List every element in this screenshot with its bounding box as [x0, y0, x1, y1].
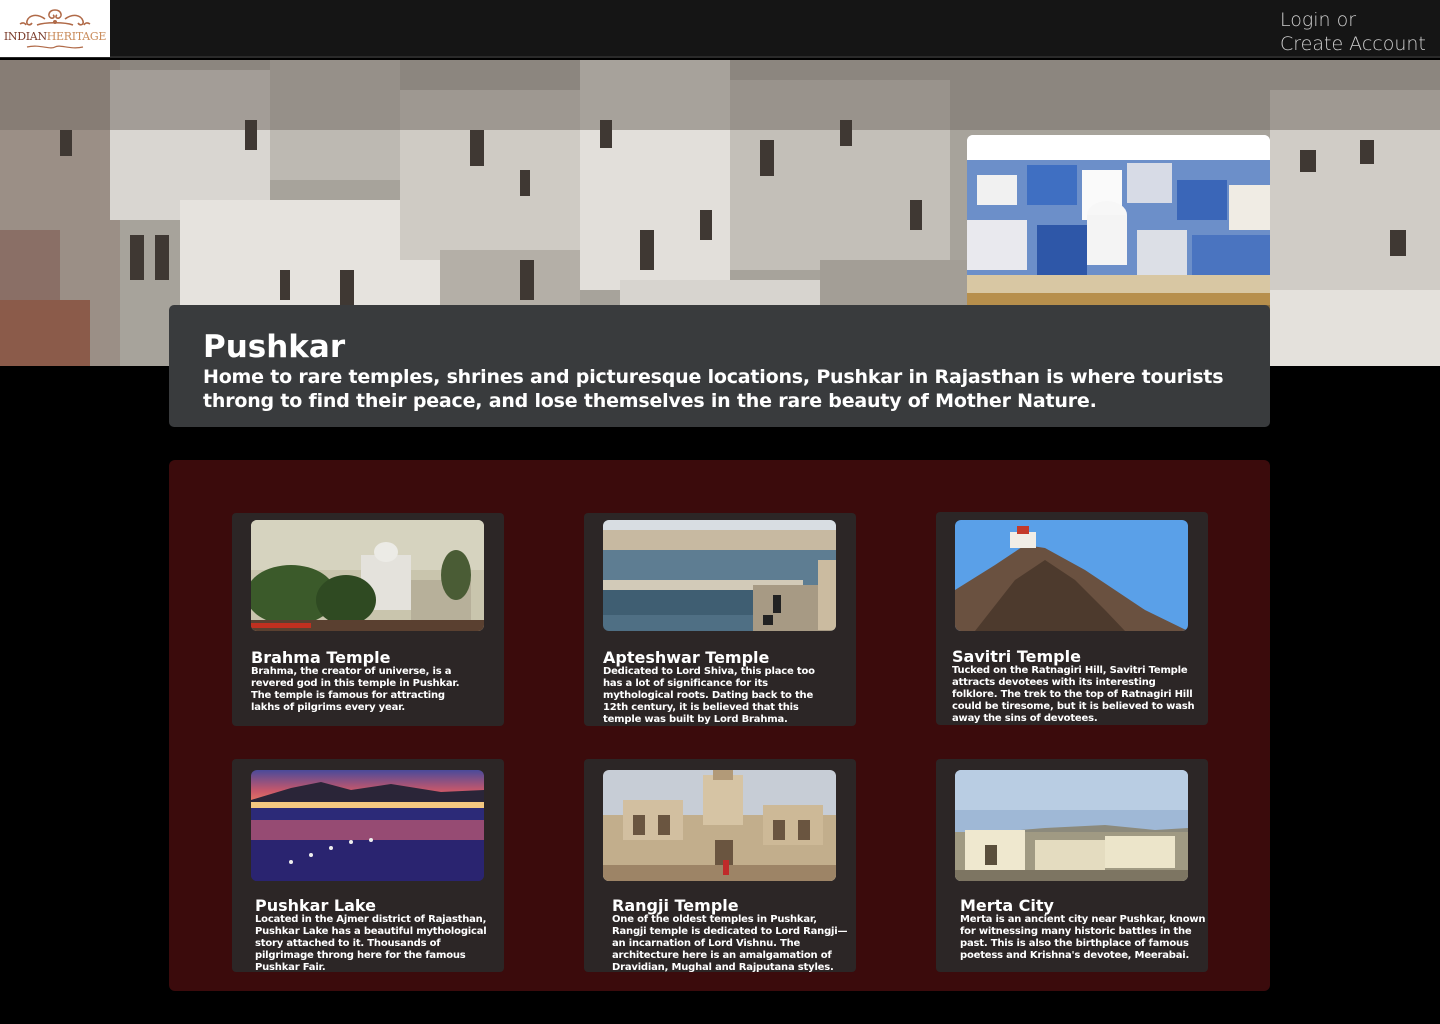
- place-card-description: Brahma, the creator of universe, is a re…: [251, 666, 460, 713]
- login-link[interactable]: Login or: [1280, 8, 1426, 32]
- merta-city-photo: [955, 770, 1188, 881]
- place-card-rangji-temple[interactable]: Rangji Temple One of the oldest temples …: [584, 759, 856, 972]
- apteshwar-temple-photo: [603, 520, 836, 631]
- logo-word-heritage: HERITAGE: [46, 30, 107, 43]
- site-logo[interactable]: INDIANHERITAGE: [0, 0, 110, 57]
- place-card-description: Located in the Ajmer district of Rajasth…: [255, 914, 487, 972]
- place-card-image: [251, 520, 484, 631]
- place-card-title: Merta City: [960, 896, 1054, 915]
- logo-wordmark: INDIANHERITAGE: [3, 30, 107, 44]
- page-title: Pushkar: [203, 329, 346, 365]
- place-card-image: [603, 770, 836, 881]
- pushkar-lake-photo: [251, 770, 484, 881]
- brahma-temple-photo: [251, 520, 484, 631]
- place-card-description: Dedicated to Lord Shiva, this place too …: [603, 666, 815, 725]
- place-card-image: [955, 770, 1188, 881]
- place-card-title: Rangji Temple: [612, 896, 739, 915]
- places-panel: Brahma Temple Brahma, the creator of uni…: [169, 460, 1270, 991]
- place-card-description: Tucked on the Ratnagiri Hill, Savitri Te…: [952, 665, 1195, 724]
- logo-ornament-icon: [19, 9, 91, 26]
- auth-links: Login or Create Account: [1280, 8, 1426, 56]
- page-description: Home to rare temples, shrines and pictur…: [203, 366, 1224, 412]
- place-card-title: Apteshwar Temple: [603, 648, 770, 667]
- place-card-apteshwar-temple[interactable]: Apteshwar Temple Dedicated to Lord Shiva…: [584, 513, 856, 726]
- place-card-description: One of the oldest temples in Pushkar, Ra…: [612, 914, 848, 972]
- place-card-pushkar-lake[interactable]: Pushkar Lake Located in the Ajmer distri…: [232, 759, 504, 972]
- logo-flourish-icon: [26, 45, 84, 49]
- place-card-title: Brahma Temple: [251, 648, 391, 667]
- place-card-description: Merta is an ancient city near Pushkar, k…: [960, 914, 1206, 961]
- hero-feature-photo: [967, 135, 1270, 328]
- place-card-merta-city[interactable]: Merta City Merta is an ancient city near…: [936, 759, 1208, 972]
- place-card-image: [955, 520, 1188, 631]
- place-card-savitri-temple[interactable]: Savitri Temple Tucked on the Ratnagiri H…: [936, 512, 1208, 725]
- intro-section: Pushkar Home to rare temples, shrines an…: [169, 305, 1270, 427]
- pushkar-ghats-photo: [967, 135, 1270, 328]
- savitri-temple-photo: [955, 520, 1188, 631]
- top-navigation-bar: INDIANHERITAGE Login or Create Account: [0, 0, 1440, 58]
- place-card-image: [603, 520, 836, 631]
- rangji-temple-photo: [603, 770, 836, 881]
- place-card-title: Pushkar Lake: [255, 896, 376, 915]
- create-account-link[interactable]: Create Account: [1280, 32, 1426, 56]
- place-card-title: Savitri Temple: [952, 647, 1081, 666]
- place-card-brahma-temple[interactable]: Brahma Temple Brahma, the creator of uni…: [232, 513, 504, 726]
- place-card-image: [251, 770, 484, 881]
- logo-word-indian: INDIAN: [3, 30, 47, 43]
